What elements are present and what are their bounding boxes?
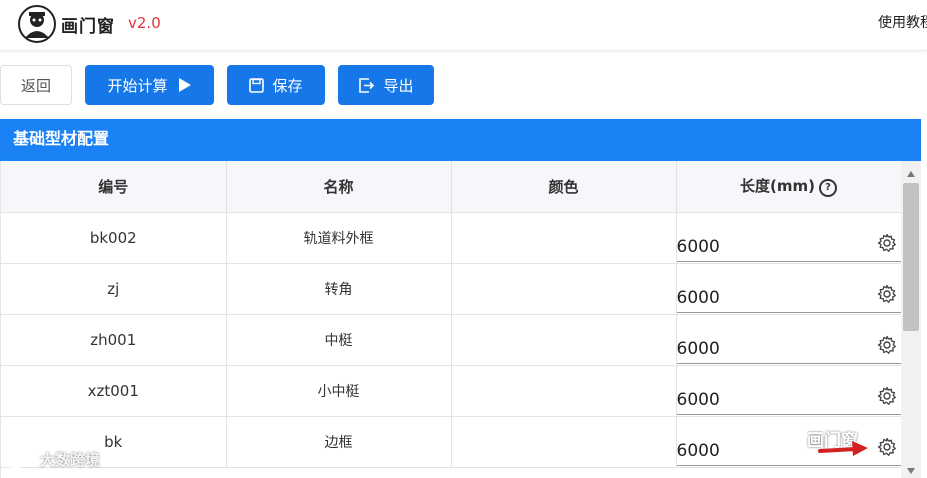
tutorial-link[interactable]: 使用教程 bbox=[878, 12, 927, 32]
cell-length bbox=[676, 314, 902, 366]
export-icon bbox=[359, 77, 375, 93]
app-header: 画门窗 v2.0 使用教程 bbox=[0, 0, 927, 51]
cell-color[interactable] bbox=[451, 314, 677, 366]
table-header-row: 编号 名称 颜色 长度(mm)? bbox=[1, 161, 902, 213]
weibo-icon bbox=[6, 454, 40, 468]
cell-name: 小中梃 bbox=[226, 365, 452, 417]
help-icon[interactable]: ? bbox=[818, 179, 837, 198]
save-button-label: 保存 bbox=[272, 76, 303, 95]
cell-code: xzt001 bbox=[1, 365, 227, 417]
start-calc-label: 开始计算 bbox=[107, 76, 168, 95]
column-header-code: 编号 bbox=[1, 161, 227, 213]
cell-color[interactable] bbox=[451, 212, 677, 264]
scroll-up-icon[interactable] bbox=[907, 171, 915, 177]
panel-title: 基础型材配置 bbox=[13, 129, 110, 148]
cell-name: 边框 bbox=[226, 416, 452, 468]
cell-name: 转角 bbox=[226, 263, 452, 315]
cell-length bbox=[676, 212, 902, 264]
column-header-length: 长度(mm)? bbox=[676, 161, 902, 213]
red-arrow-icon bbox=[818, 441, 868, 456]
column-header-name: 名称 bbox=[226, 161, 452, 213]
scroll-thumb[interactable] bbox=[903, 183, 919, 331]
logo-icon bbox=[18, 5, 56, 43]
gear-icon[interactable] bbox=[877, 437, 897, 457]
table-row: zh001 中梃 bbox=[1, 314, 902, 366]
export-button-label: 导出 bbox=[383, 76, 414, 95]
length-input[interactable] bbox=[676, 233, 901, 262]
watermark-left: 大数跨境 bbox=[6, 449, 100, 470]
table-row: bk002 轨道料外框 bbox=[1, 212, 902, 264]
save-button[interactable]: 保存 bbox=[227, 65, 325, 105]
cell-code: zh001 bbox=[1, 314, 227, 366]
version-label: v2.0 bbox=[128, 14, 161, 32]
profile-table: 编号 名称 颜色 长度(mm)? bk002 轨道料外框 zj 转角 bbox=[0, 161, 902, 478]
gear-icon[interactable] bbox=[877, 284, 897, 304]
cell-color[interactable] bbox=[451, 416, 677, 468]
cell-color[interactable] bbox=[451, 263, 677, 315]
export-button[interactable]: 导出 bbox=[338, 65, 434, 105]
length-input[interactable] bbox=[676, 386, 901, 415]
cell-color[interactable] bbox=[451, 365, 677, 417]
panel-header: 基础型材配置 bbox=[0, 119, 921, 161]
cell-code: bk002 bbox=[1, 212, 227, 264]
table-row: bk 边框 bbox=[1, 416, 902, 468]
length-input[interactable] bbox=[676, 335, 901, 364]
wechat-icon bbox=[775, 429, 800, 448]
table-row: zj 转角 bbox=[1, 263, 902, 315]
cell-name: 中梃 bbox=[226, 314, 452, 366]
column-header-color: 颜色 bbox=[451, 161, 677, 213]
length-input[interactable] bbox=[676, 284, 901, 313]
play-icon bbox=[178, 78, 191, 92]
column-header-length-label: 长度(mm) bbox=[740, 177, 815, 196]
cell-length bbox=[676, 365, 902, 417]
back-button[interactable]: 返回 bbox=[0, 65, 72, 105]
scroll-down-icon[interactable] bbox=[907, 468, 915, 474]
gear-icon[interactable] bbox=[877, 386, 897, 406]
cell-code: zj bbox=[1, 263, 227, 315]
table-row: xzt001 小中梃 bbox=[1, 365, 902, 417]
gear-icon[interactable] bbox=[877, 233, 897, 253]
app-name: 画门窗 bbox=[61, 17, 115, 37]
save-icon bbox=[249, 77, 265, 93]
cell-length bbox=[676, 263, 902, 315]
start-calc-button[interactable]: 开始计算 bbox=[85, 65, 214, 105]
back-button-label: 返回 bbox=[20, 76, 51, 95]
table-scrollbar[interactable] bbox=[901, 161, 921, 478]
gear-icon[interactable] bbox=[877, 335, 897, 355]
cell-name: 轨道料外框 bbox=[226, 212, 452, 264]
watermark-left-text: 大数跨境 bbox=[40, 451, 101, 469]
